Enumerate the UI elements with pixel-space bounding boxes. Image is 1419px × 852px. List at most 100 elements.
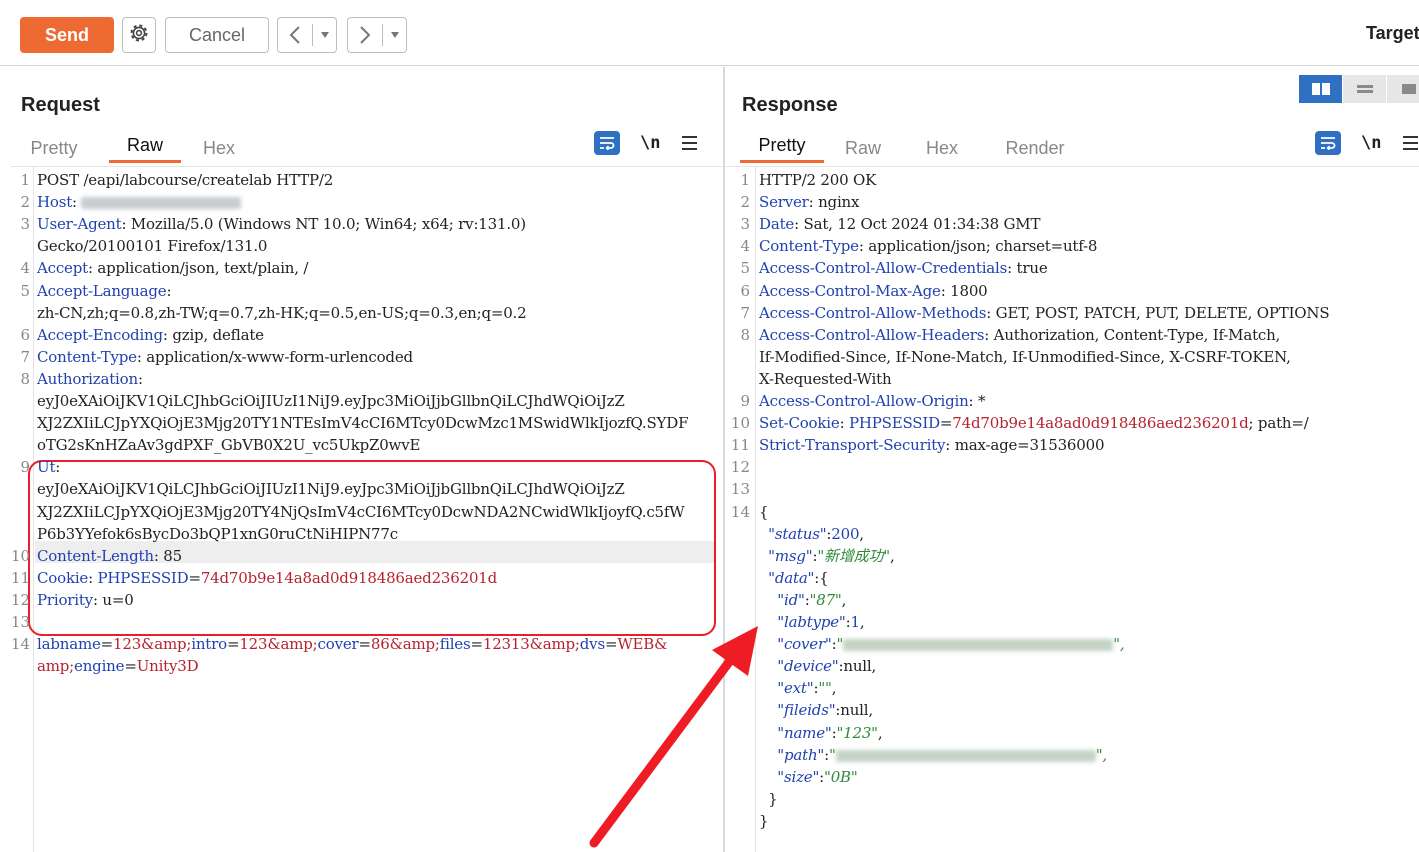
redacted-value (843, 639, 1114, 652)
request-tab-pretty[interactable]: Pretty (11, 129, 97, 163)
token: , (859, 613, 865, 631)
token: : (137, 369, 143, 388)
token: : Sat, 12 Oct 2024 01:34:38 GMT (794, 215, 1041, 234)
token: "path" (777, 745, 825, 764)
word-wrap-icon[interactable] (1315, 131, 1341, 155)
token: Access-Control-Allow-Methods (759, 303, 987, 322)
token: "id" (777, 590, 805, 609)
token: : 85 (153, 546, 182, 565)
line-number: 3 (20, 215, 30, 234)
code-line: Date: Sat, 12 Oct 2024 01:34:38 GMT (759, 213, 1040, 235)
token: Date (759, 215, 795, 234)
code-line: "cover":" ", (759, 633, 1124, 655)
line-number: 1 (740, 171, 750, 189)
token: = (100, 635, 114, 654)
token: : gzip, deflate (162, 325, 264, 344)
code-line: Gecko/20100101 Firefox/131.0 (37, 235, 267, 257)
response-tab-render[interactable]: Render (990, 129, 1080, 163)
request-tab-raw[interactable]: Raw (109, 129, 181, 163)
token: = (358, 635, 372, 654)
newline-icon[interactable]: \n (1361, 133, 1381, 153)
chevron-left-icon (278, 25, 312, 45)
response-tab-raw[interactable]: Raw (834, 129, 892, 163)
code-line: Access-Control-Allow-Methods: GET, POST,… (759, 302, 1330, 324)
code-line: P6b3YYefok6sBycDo3bQP1xnG0ruCtNiHIPN77c (37, 523, 398, 545)
line-number: 10 (11, 546, 31, 565)
token: " (836, 635, 844, 654)
code-line: Accept-Language: (37, 280, 172, 302)
token: eyJ0eXAiOiJKV1QiLCJhbGciOiJIUzI1NiJ9.eyJ… (37, 392, 625, 410)
request-tab-hex[interactable]: Hex (187, 129, 251, 163)
token: cover (317, 635, 359, 654)
response-pane: Response Pretty Raw Hex Render \n 1 HTTP/2 2… (726, 67, 1419, 852)
menu-icon[interactable] (682, 136, 698, 150)
newline-icon[interactable]: \n (640, 133, 660, 153)
response-tab-hex[interactable]: Hex (914, 129, 970, 163)
pane-divider[interactable] (723, 67, 725, 852)
token: 74d70b9e14a8ad0d918486aed236201d (200, 568, 498, 587)
code-line: User-Agent: Mozilla/5.0 (Windows NT 10.0… (37, 213, 526, 235)
token: & (654, 635, 668, 654)
target-label[interactable]: Target (1366, 23, 1419, 44)
code-line: "data":{ (759, 567, 829, 589)
code-line: X-Requested-With (759, 368, 892, 390)
token: Access-Control-Allow-Headers (759, 325, 985, 344)
token: &amp; (529, 635, 580, 654)
token: : true (1007, 259, 1048, 278)
layout-tabs-icon[interactable] (1387, 75, 1419, 103)
menu-icon[interactable] (1403, 136, 1419, 150)
code-line: Server: nginx (759, 191, 859, 213)
redacted-value (835, 749, 1096, 762)
line-number: 6 (740, 281, 750, 300)
response-tab-pretty[interactable]: Pretty (740, 129, 824, 163)
response-editor[interactable]: 1 HTTP/2 200 OK 2 Server: nginx 3 Date: Sat, … (726, 166, 1419, 852)
settings-button[interactable] (122, 17, 156, 53)
layout-side-by-side-icon[interactable] (1299, 75, 1343, 103)
token: "status" (768, 524, 827, 543)
token: intro (191, 635, 227, 654)
code-line: } (759, 810, 769, 832)
layout-stacked-icon[interactable] (1343, 75, 1387, 103)
token: &amp; (141, 635, 192, 654)
line-number: 9 (740, 392, 750, 410)
cancel-button[interactable]: Cancel (165, 17, 269, 53)
code-line: Access-Control-Max-Age: 1800 (759, 280, 988, 302)
request-editor[interactable]: 1 POST /eapi/labcourse/createlab HTTP/2 2 H… (11, 166, 723, 852)
line-number: 1 (20, 171, 30, 189)
token: &amp; (389, 635, 440, 654)
history-back-button[interactable] (277, 17, 337, 53)
token: Server (759, 193, 809, 212)
token: : max-age=31536000 (945, 436, 1105, 455)
gutter-line (755, 167, 756, 852)
token: "87" (809, 590, 842, 609)
code-line: Content-Type: application/x-www-form-url… (37, 346, 413, 368)
code-line: XJ2ZXIiLCJpYXQiOjE3Mjg20TY4NjQsImV4cCI6M… (37, 501, 685, 523)
code-line: Priority: u=0 (37, 589, 134, 611)
token: = (604, 635, 618, 654)
history-forward-dropdown-icon[interactable] (383, 31, 406, 39)
send-button[interactable]: Send (20, 17, 114, 53)
token: Set-Cookie (759, 414, 840, 433)
token: POST /eapi/labcourse/createlab HTTP/2 (37, 171, 334, 189)
history-back-dropdown-icon[interactable] (313, 31, 336, 39)
code-line: "msg":"新增成功", (759, 545, 895, 567)
request-pane: Request Pretty Raw Hex \n 1 POST /eapi/labc… (11, 67, 723, 852)
token: eyJ0eXAiOiJKV1QiLCJhbGciOiJIUzI1NiJ9.eyJ… (37, 480, 625, 499)
line-number: 12 (730, 458, 750, 477)
token: Ut (37, 458, 56, 477)
code-line: eyJ0eXAiOiJKV1QiLCJhbGciOiJIUzI1NiJ9.eyJ… (37, 478, 625, 500)
token: :null, (835, 701, 873, 720)
token: engine (74, 657, 125, 676)
line-number: 7 (20, 347, 30, 366)
code-line: "name":"123", (759, 722, 882, 744)
request-title: Request (21, 94, 100, 116)
code-line: Authorization: (37, 368, 143, 390)
code-line: labname=123&amp;intro=123&amp;cover=86&a… (37, 633, 667, 655)
history-forward-button[interactable] (347, 17, 407, 53)
word-wrap-icon[interactable] (594, 131, 620, 155)
line-number: 14 (11, 635, 31, 654)
